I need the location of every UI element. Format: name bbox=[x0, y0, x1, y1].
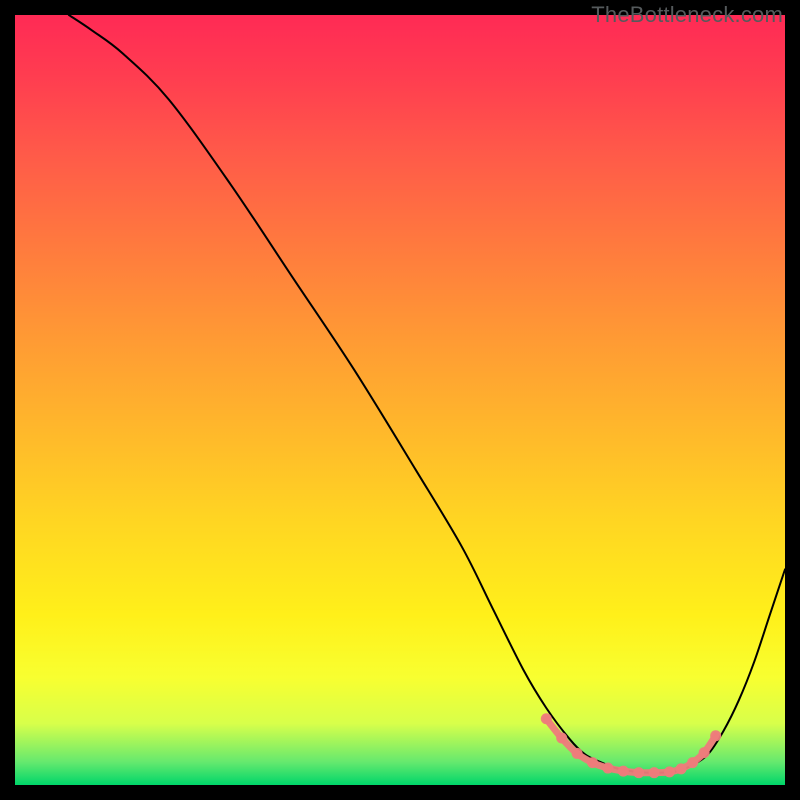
marker-dot bbox=[587, 757, 598, 768]
marker-dot bbox=[541, 713, 552, 724]
marker-dot bbox=[649, 767, 660, 778]
chart-stage: TheBottleneck.com bbox=[0, 0, 800, 800]
marker-dot bbox=[710, 730, 721, 741]
marker-dot bbox=[618, 766, 629, 777]
marker-dot bbox=[687, 757, 698, 768]
marker-dot bbox=[556, 733, 567, 744]
marker-dot bbox=[676, 763, 687, 774]
curve-layer bbox=[15, 15, 785, 785]
marker-dot bbox=[572, 748, 583, 759]
marker-dot bbox=[602, 763, 613, 774]
marker-dot bbox=[664, 766, 675, 777]
marker-dot bbox=[699, 747, 710, 758]
plot-area: TheBottleneck.com bbox=[15, 15, 785, 785]
marker-dot bbox=[633, 767, 644, 778]
bottleneck-curve bbox=[69, 15, 785, 773]
